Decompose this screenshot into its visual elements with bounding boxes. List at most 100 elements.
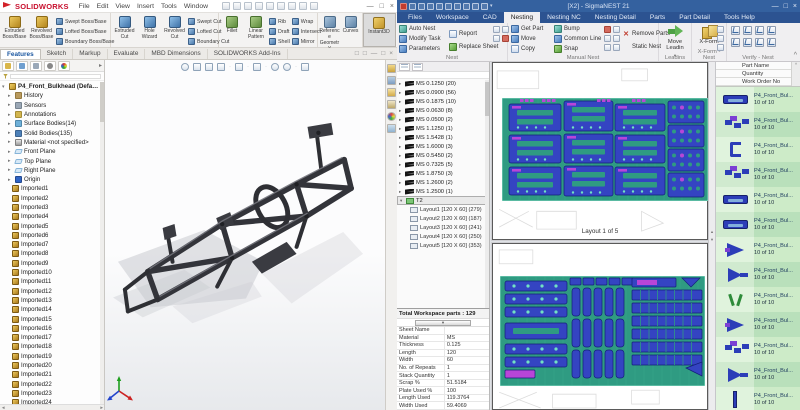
bulkhead-3d-model[interactable] — [113, 112, 371, 352]
display-style-icon[interactable] — [253, 63, 261, 71]
ribbon-button[interactable]: Parameters — [399, 44, 441, 54]
graphics-viewport[interactable]: · · · · — [105, 60, 385, 410]
tree-item-imported[interactable]: Imported8 — [0, 249, 100, 258]
solidworks-resources-home-icon[interactable] — [387, 64, 396, 73]
part-row[interactable]: P4_Front_Bul... 10 of 10 — [716, 162, 800, 187]
material-task-row[interactable]: ▸ MS 1.6000 (3) — [397, 142, 489, 151]
ribbon-tab[interactable]: Nesting — [504, 12, 540, 23]
verify-sheet-icon[interactable] — [755, 38, 764, 47]
property-value[interactable]: 1 — [445, 372, 489, 379]
select-icon[interactable] — [288, 2, 296, 10]
nest-sheet-layout1[interactable] — [502, 98, 708, 201]
tree-item-imported[interactable]: Imported15 — [0, 314, 100, 323]
commandmanager-tab[interactable]: Markup — [73, 49, 107, 59]
previous-view-icon[interactable] — [205, 63, 213, 71]
ribbon-big-button[interactable]: Linear Pattern — [244, 15, 268, 41]
ribbon-big-button[interactable]: Extruded Cut — [112, 15, 137, 41]
property-value[interactable] — [445, 327, 489, 334]
tree-scrollbar[interactable] — [485, 80, 489, 308]
tab-overflow-icon[interactable]: ▸ — [99, 62, 102, 69]
ribbon-stack-button[interactable]: Wrap — [292, 17, 321, 26]
featuremanager-tree-tab[interactable] — [2, 61, 14, 71]
tree-item-imported[interactable]: Imported4 — [0, 212, 100, 221]
tree-item[interactable]: ▸ Front Plane — [0, 147, 100, 156]
ribbon-button[interactable]: Get Part — [511, 24, 543, 34]
verify-area-icon[interactable] — [755, 26, 764, 35]
commandmanager-tab[interactable]: Sketch — [41, 49, 74, 59]
ribbon-big-button[interactable]: Instant3D — [365, 16, 393, 36]
undo-icon[interactable] — [613, 44, 620, 51]
menu-item[interactable]: Tools — [161, 3, 177, 10]
ribbon-stack-button[interactable]: Shell — [269, 37, 290, 46]
nest-sheet-layout2[interactable] — [500, 276, 705, 386]
rotate-icon[interactable] — [613, 35, 620, 42]
selected-task-row[interactable]: ▾ T2 — [397, 196, 489, 205]
tree-item-imported[interactable]: Imported21 — [0, 370, 100, 379]
tree-item-imported[interactable]: Imported13 — [0, 296, 100, 305]
restore-icon[interactable]: □ — [363, 50, 367, 57]
ribbon-big-button[interactable]: Curves — [340, 15, 361, 52]
property-value[interactable]: 120 — [445, 350, 489, 357]
minimize-icon[interactable]: — — [371, 50, 378, 57]
undo-icon[interactable] — [277, 2, 285, 10]
tree-item[interactable]: ▸ Top Plane — [0, 156, 100, 165]
ribbon-button[interactable]: Report — [449, 27, 498, 40]
refresh-icon[interactable] — [481, 3, 488, 10]
material-task-row[interactable]: ▸ MS 0.5450 (2) — [397, 151, 489, 160]
filter-input[interactable] — [10, 74, 101, 79]
material-task-row[interactable]: ▸ MS 0.7325 (5) — [397, 160, 489, 169]
material-task-row[interactable]: ▸ MS 1.8750 (3) — [397, 169, 489, 178]
ribbon-collapse-icon[interactable]: ^ — [794, 52, 797, 59]
ribbon-big-button[interactable]: Extruded Boss/Base — [1, 15, 28, 41]
tree-item-imported[interactable]: Imported23 — [0, 389, 100, 398]
tree-item-imported[interactable]: Imported11 — [0, 277, 100, 286]
close-icon[interactable]: × — [389, 50, 393, 57]
menu-item[interactable]: Edit — [97, 3, 109, 10]
material-task-row[interactable]: ▸ MS 0.0900 (56) — [397, 88, 489, 97]
property-value[interactable]: 59.4069 — [445, 402, 489, 409]
layout-row[interactable]: Layout4 [120 X 60] (250) — [397, 232, 489, 241]
part-row[interactable]: P4_Front_Bul... 10 of 10 — [716, 212, 800, 237]
save-icon[interactable] — [454, 3, 461, 10]
material-task-row[interactable]: ▸ MS 0.0500 (2) — [397, 115, 489, 124]
commandmanager-tab[interactable]: SOLIDWORKS Add-Ins — [208, 49, 288, 59]
part-row[interactable]: P4_Front_Bul... 10 of 10 — [716, 187, 800, 212]
layout-row[interactable]: Layout3 [120 X 60] (241) — [397, 223, 489, 232]
ribbon-stack-button[interactable]: Intersect — [292, 27, 321, 36]
tree-item[interactable]: ▸ Solid Bodies(135) — [0, 128, 100, 137]
nest-option-icon[interactable] — [493, 35, 500, 42]
menu-item[interactable]: Insert — [137, 3, 154, 10]
layout-row[interactable]: Layout1 [120 X 60] (279) — [397, 205, 489, 214]
pan-icon[interactable] — [445, 3, 452, 10]
verify-path-icon[interactable] — [743, 38, 752, 47]
ribbon-tab[interactable]: Files — [401, 12, 429, 23]
tree-item-imported[interactable]: Imported22 — [0, 380, 100, 389]
material-task-row[interactable]: ▸ MS 1.2600 (2) — [397, 178, 489, 187]
ribbon-stack-button[interactable]: Swept Boss/Base — [56, 17, 114, 26]
minimize-icon[interactable]: — — [367, 3, 374, 10]
tree-item-imported[interactable]: Imported14 — [0, 305, 100, 314]
verify-collision-icon[interactable] — [767, 26, 776, 35]
view-orientation-icon[interactable] — [235, 63, 243, 71]
propertymanager-tab[interactable] — [16, 61, 28, 71]
zoom-to-fit-icon[interactable] — [181, 63, 189, 71]
measure-icon[interactable] — [472, 3, 479, 10]
material-task-row[interactable]: ▸ MS 1.1250 (1) — [397, 124, 489, 133]
zoom-out-icon[interactable] — [418, 3, 425, 10]
part-row[interactable]: P4_Front_Bul... 10 of 10 — [716, 387, 800, 410]
help-icon[interactable] — [310, 2, 318, 10]
file-explorer-icon[interactable] — [387, 88, 396, 97]
ribbon-stack-button[interactable]: Lofted Cut — [188, 27, 218, 36]
part-row[interactable]: P4_Front_Bul... 10 of 10 — [716, 287, 800, 312]
tree-vertical-scrollbar[interactable] — [100, 82, 104, 404]
maximize-icon[interactable]: □ — [380, 3, 384, 10]
part-row[interactable]: P4_Front_Bul... 10 of 10 — [716, 312, 800, 337]
xform-option-icon[interactable] — [717, 26, 724, 33]
tree-item-imported[interactable]: Imported1 — [0, 184, 100, 193]
verify-measure-icon[interactable] — [731, 38, 740, 47]
part-row[interactable]: P4_Front_Bul... 10 of 10 — [716, 112, 800, 137]
column-header-part-name[interactable]: Part Name — [716, 62, 791, 70]
tree-item-imported[interactable]: Imported9 — [0, 259, 100, 268]
part-row[interactable]: P4_Front_Bul... 10 of 10 — [716, 362, 800, 387]
view-settings-icon[interactable] — [301, 63, 309, 71]
